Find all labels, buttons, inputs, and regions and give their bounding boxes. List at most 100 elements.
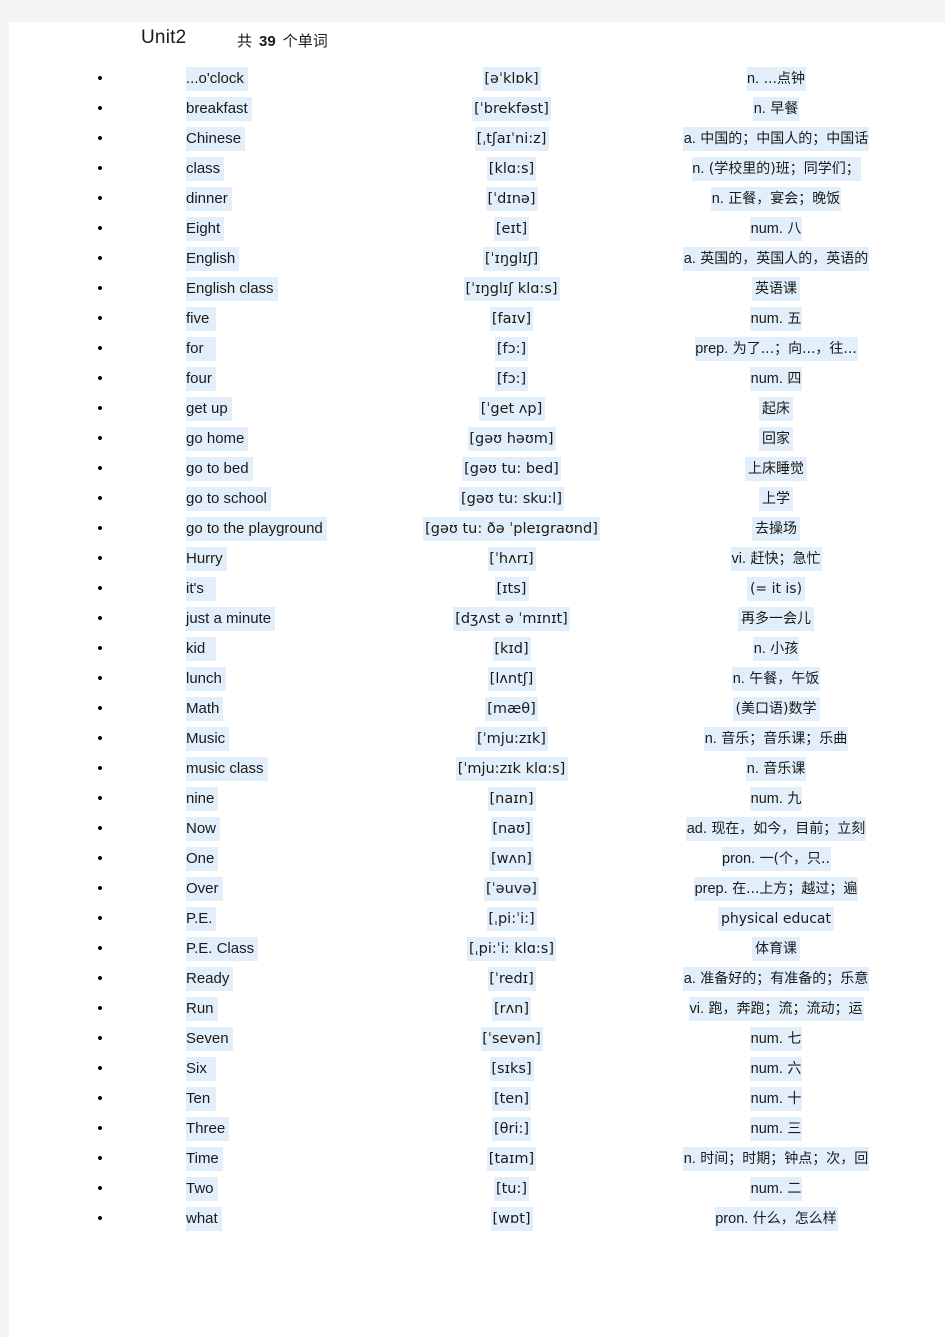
bullet-icon: • [97,70,103,87]
word-text: for [186,340,204,357]
vocabulary-row[interactable]: • four [fɔ:] num. 四 [9,364,945,394]
vocabulary-row[interactable]: • go to school [gəʊ tu: sku:l] 上学 [9,484,945,514]
part-of-speech: n. [753,101,766,117]
vocabulary-row[interactable]: • for [fɔ:] prep. 为了...；向...，往... [9,334,945,364]
definition-text: 二 [787,1181,802,1197]
bullet-icon: • [97,400,103,417]
definition-cell: physical educat [616,904,936,934]
vocabulary-row[interactable]: • go home [gəʊ həʊm] 回家 [9,424,945,454]
vocabulary-row[interactable]: • it's [ɪts] (= it is) [9,574,945,604]
word-text: Hurry [186,550,223,567]
definition-cell: n. 小孩 [616,634,936,664]
definition-cell: num. 六 [616,1054,936,1084]
phonetic-text: [ˌtʃaɪˈni:z] [476,131,547,147]
vocabulary-row[interactable]: • English [ˈɪŋglɪʃ] a. 英国的，英国人的，英语的 [9,244,945,274]
vocabulary-row[interactable]: • Math [mæθ] (美口语)数学 [9,694,945,724]
word-text: it's [186,580,204,597]
definition-text: 十 [787,1091,802,1107]
vocabulary-row[interactable]: • nine [naɪn] num. 九 [9,784,945,814]
vocabulary-row[interactable]: • Run [rʌn] vi. 跑，奔跑；流；流动；运 [9,994,945,1024]
vocabulary-row[interactable]: • Chinese [ˌtʃaɪˈni:z] a. 中国的；中国人的；中国话 [9,124,945,154]
vocabulary-row[interactable]: • go to the playground [gəʊ tu: ðə ˈpleɪgr… [9,514,945,544]
vocabulary-row[interactable]: • ...o'clock [əˈklɒk] n. ...点钟 [9,64,945,94]
definition-text: 音乐课 [763,761,806,777]
phonetic-text: [fɔ:] [496,371,527,387]
part-of-speech: num. [750,371,783,387]
definition-text: 中国的；中国人的；中国话 [700,131,869,147]
vocabulary-row[interactable]: • just a minute [dʒʌst ə ˈmɪnɪt] 再多一会儿 [9,604,945,634]
definition-text: (学校里的)班；同学们； [708,161,860,177]
vocabulary-row[interactable]: • Seven [ˈsevən] num. 七 [9,1024,945,1054]
bullet-icon: • [97,970,103,987]
definition-text: 英语课 [755,281,797,297]
bullet-icon: • [97,280,103,297]
vocabulary-row[interactable]: • Time [taɪm] n. 时间；时期；钟点；次，回 [9,1144,945,1174]
definition-text: 上学 [762,491,790,507]
definition-cell: num. 二 [616,1174,936,1204]
word-text: English class [186,280,274,297]
bullet-icon: • [97,670,103,687]
bullet-icon: • [97,430,103,447]
part-of-speech: num. [750,311,783,327]
word-text: Ready [186,970,230,987]
bullet-icon: • [97,640,103,657]
vocabulary-row[interactable]: • go to bed [gəʊ tu: bed] 上床睡觉 [9,454,945,484]
word-text: four [186,370,212,387]
word-text: Math [186,700,220,717]
definition-cell: a. 准备好的；有准备的；乐意 [616,964,936,994]
definition-text: 正餐，宴会；晚饭 [728,191,841,207]
vocabulary-row[interactable]: • Now [naʊ] ad. 现在，如今，目前；立刻 [9,814,945,844]
word-text: five [186,310,210,327]
vocabulary-row[interactable]: • get up [ˈget ʌp] 起床 [9,394,945,424]
part-of-speech: n. [692,161,705,177]
bullet-icon: • [97,910,103,927]
vocabulary-row[interactable]: • Hurry [ˈhʌrɪ] vi. 赶快；急忙 [9,544,945,574]
word-text: go to the playground [186,520,323,537]
definition-cell: a. 中国的；中国人的；中国话 [616,124,936,154]
vocabulary-row[interactable]: • five [faɪv] num. 五 [9,304,945,334]
definition-cell: n. 早餐 [616,94,936,124]
vocabulary-row[interactable]: • Ten [ten] num. 十 [9,1084,945,1114]
part-of-speech: n. [753,641,766,657]
word-text: One [186,850,215,867]
definition-cell: 英语课 [616,274,936,304]
part-of-speech: num. [750,1121,783,1137]
vocabulary-row[interactable]: • music class [ˈmju:zɪk klɑ:s] n. 音乐课 [9,754,945,784]
vocabulary-row[interactable]: • English class [ˈɪŋglɪʃ klɑ:s] 英语课 [9,274,945,304]
word-text: Over [186,880,219,897]
definition-text: 现在，如今，目前；立刻 [711,821,866,837]
vocabulary-row[interactable]: • Two [tu:] num. 二 [9,1174,945,1204]
vocabulary-row[interactable]: • dinner [ˈdɪnə] n. 正餐，宴会；晚饭 [9,184,945,214]
phonetic-text: [kɪd] [494,641,529,657]
vocabulary-row[interactable]: • class [klɑ:s] n. (学校里的)班；同学们； [9,154,945,184]
part-of-speech: num. [750,1091,783,1107]
word-text: lunch [186,670,222,687]
vocabulary-row[interactable]: • Eight [eɪt] num. 八 [9,214,945,244]
bullet-icon: • [97,250,103,267]
vocabulary-list: • ...o'clock [əˈklɒk] n. ...点钟 • breakfast [ˈb… [9,64,945,1234]
word-text: nine [186,790,215,807]
vocabulary-row[interactable]: • Music [ˈmju:zɪk] n. 音乐；音乐课；乐曲 [9,724,945,754]
word-text: breakfast [186,100,248,117]
word-text: Two [186,1180,214,1197]
vocabulary-row[interactable]: • lunch [lʌntʃ] n. 午餐，午饭 [9,664,945,694]
vocabulary-row[interactable]: • P.E. Class [ˌpi:ˈi: klɑ:s] 体育课 [9,934,945,964]
vocabulary-row[interactable]: • Ready [ˈredɪ] a. 准备好的；有准备的；乐意 [9,964,945,994]
part-of-speech: n. [711,191,724,207]
word-text: P.E. [186,910,213,927]
vocabulary-row[interactable]: • kid [kɪd] n. 小孩 [9,634,945,664]
word-text: class [186,160,221,177]
phonetic-text: [gəʊ həʊm] [469,431,554,447]
vocabulary-row[interactable]: • P.E. [ˌpi:ˈi:] physical educat [9,904,945,934]
vocabulary-row[interactable]: • Three [θri:] num. 三 [9,1114,945,1144]
word-text: Music [186,730,226,747]
vocabulary-row[interactable]: • what [wɒt] pron. 什么，怎么样 [9,1204,945,1234]
vocabulary-row[interactable]: • breakfast [ˈbrekfəst] n. 早餐 [9,94,945,124]
vocabulary-row[interactable]: • Six [sɪks] num. 六 [9,1054,945,1084]
vocabulary-row[interactable]: • One [wʌn] pron. 一(个，只.. [9,844,945,874]
word-text: Ten [186,1090,211,1107]
definition-text: 准备好的；有准备的；乐意 [700,971,869,987]
part-of-speech: prep. [694,881,728,897]
phonetic-text: [ˈget ʌp] [480,401,543,417]
vocabulary-row[interactable]: • Over [ˈəuvə] prep. 在...上方；越过；遍 [9,874,945,904]
